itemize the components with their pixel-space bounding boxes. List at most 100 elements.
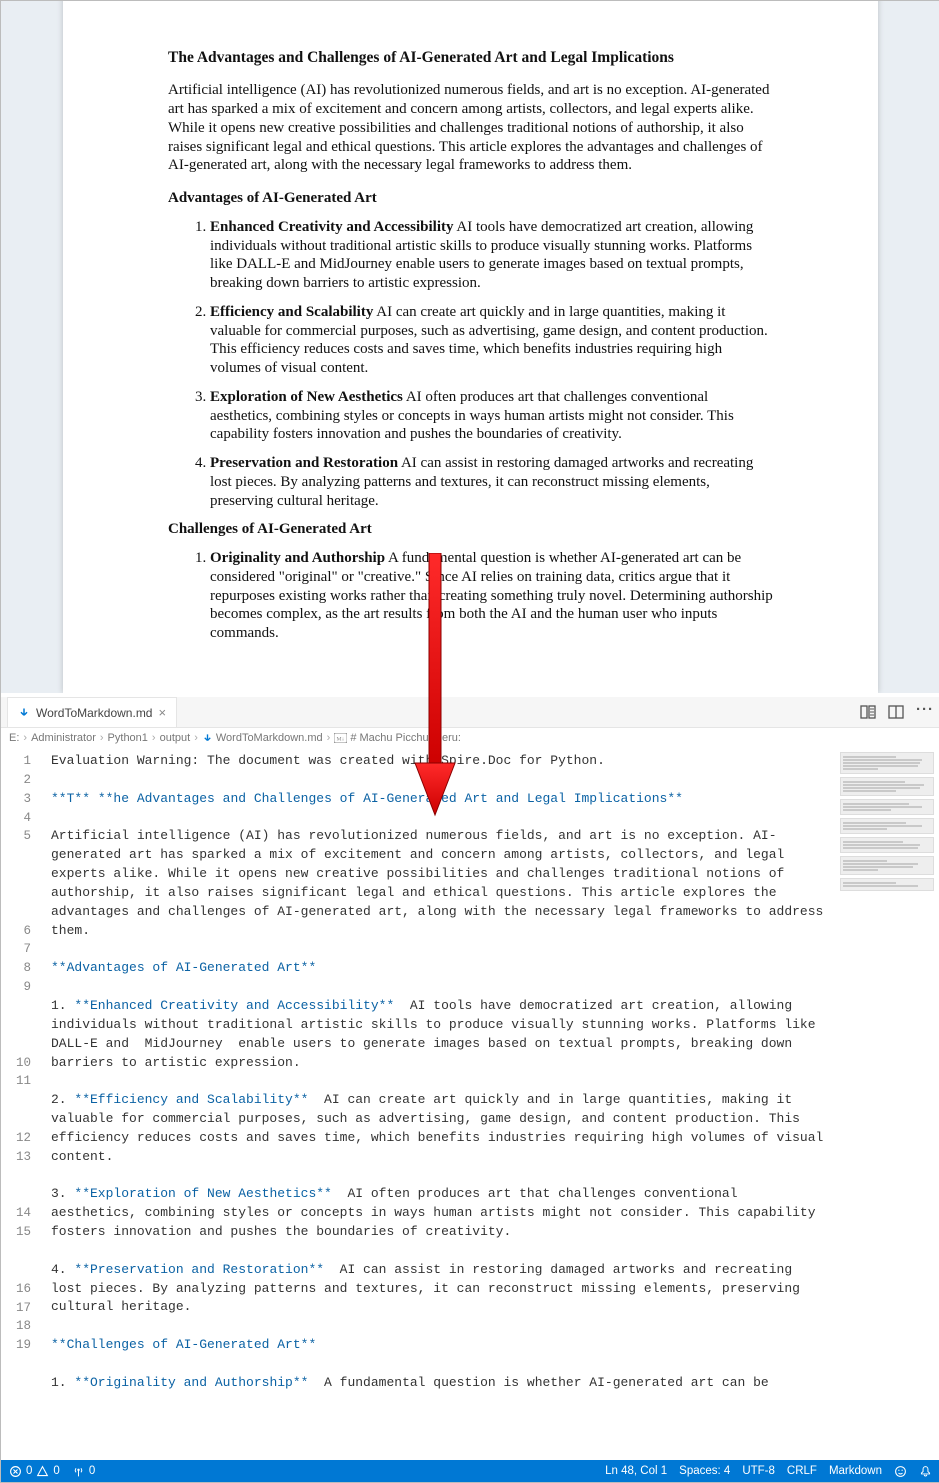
radio-tower-icon bbox=[72, 1465, 85, 1478]
code-line[interactable] bbox=[51, 1072, 830, 1091]
list-item: Efficiency and Scalability AI can create… bbox=[210, 303, 773, 378]
chevron-right-icon: › bbox=[194, 732, 198, 744]
breadcrumb-part[interactable]: Python1 bbox=[108, 732, 148, 744]
bell-icon bbox=[919, 1465, 932, 1478]
item-lead: Efficiency and Scalability bbox=[210, 304, 373, 320]
minimap[interactable] bbox=[840, 752, 934, 1434]
code-line[interactable] bbox=[51, 1167, 830, 1186]
warning-icon bbox=[36, 1465, 49, 1478]
list-item: Exploration of New Aesthetics AI often p… bbox=[210, 388, 773, 444]
code-line[interactable] bbox=[51, 1242, 830, 1261]
line-number: 15 bbox=[1, 1223, 45, 1280]
status-cursor-position[interactable]: Ln 48, Col 1 bbox=[605, 1465, 667, 1477]
doc-heading-advantages: Advantages of AI-Generated Art bbox=[168, 189, 773, 208]
breadcrumb-label: # Machu Picchu, Peru: bbox=[350, 732, 461, 744]
list-item: Originality and Authorship A fundamental… bbox=[210, 549, 773, 643]
status-ports[interactable]: 0 bbox=[72, 1465, 95, 1478]
more-actions-icon[interactable]: ··· bbox=[916, 704, 932, 720]
tab-title: WordToMarkdown.md bbox=[36, 706, 152, 720]
code-editor[interactable]: 12345678910111213141516171819 Evaluation… bbox=[1, 748, 939, 1460]
code-line[interactable]: Artificial intelligence (AI) has revolut… bbox=[51, 827, 830, 940]
chevron-right-icon: › bbox=[23, 732, 27, 744]
code-line[interactable]: **Challenges of AI-Generated Art** bbox=[51, 1336, 830, 1355]
line-number: 17 bbox=[1, 1299, 45, 1318]
code-line[interactable]: **T** **he Advantages and Challenges of … bbox=[51, 790, 830, 809]
line-number: 13 bbox=[1, 1148, 45, 1205]
chevron-right-icon: › bbox=[327, 732, 331, 744]
status-eol[interactable]: CRLF bbox=[787, 1465, 817, 1477]
word-document-pane: The Advantages and Challenges of AI-Gene… bbox=[1, 1, 939, 693]
list-item: Enhanced Creativity and Accessibility AI… bbox=[210, 218, 773, 293]
breadcrumb-part[interactable]: Administrator bbox=[31, 732, 96, 744]
code-line[interactable] bbox=[51, 1355, 830, 1374]
tab-close-icon[interactable]: × bbox=[158, 705, 166, 720]
line-number: 11 bbox=[1, 1072, 45, 1129]
line-number: 1 bbox=[1, 752, 45, 771]
line-number: 6 bbox=[1, 922, 45, 941]
editor-tab[interactable]: WordToMarkdown.md × bbox=[7, 697, 177, 727]
document-page: The Advantages and Challenges of AI-Gene… bbox=[63, 1, 878, 693]
line-number: 18 bbox=[1, 1317, 45, 1336]
line-number: 7 bbox=[1, 940, 45, 959]
tabbar-actions: ··· bbox=[860, 697, 932, 727]
line-number: 3 bbox=[1, 790, 45, 809]
status-notifications[interactable] bbox=[919, 1465, 932, 1478]
status-encoding[interactable]: UTF-8 bbox=[742, 1465, 775, 1477]
markdown-file-icon bbox=[18, 707, 30, 719]
item-lead: Originality and Authorship bbox=[210, 550, 385, 566]
markdown-badge-icon: M↓ bbox=[334, 733, 347, 743]
doc-title: The Advantages and Challenges of AI-Gene… bbox=[168, 48, 773, 67]
code-line[interactable]: 2. **Efficiency and Scalability** AI can… bbox=[51, 1091, 830, 1166]
breadcrumb-part[interactable]: output bbox=[160, 732, 191, 744]
status-feedback[interactable] bbox=[894, 1465, 907, 1478]
line-number: 5 bbox=[1, 827, 45, 921]
line-number: 2 bbox=[1, 771, 45, 790]
breadcrumbs[interactable]: E:› Administrator› Python1› output› Word… bbox=[1, 728, 939, 748]
item-lead: Enhanced Creativity and Accessibility bbox=[210, 219, 454, 235]
status-language[interactable]: Markdown bbox=[829, 1465, 882, 1477]
item-lead: Preservation and Restoration bbox=[210, 455, 398, 471]
breadcrumb-file[interactable]: WordToMarkdown.md bbox=[202, 732, 323, 744]
chevron-right-icon: › bbox=[152, 732, 156, 744]
line-number: 14 bbox=[1, 1204, 45, 1223]
line-number: 16 bbox=[1, 1280, 45, 1299]
code-line[interactable]: 4. **Preservation and Restoration** AI c… bbox=[51, 1261, 830, 1318]
status-text: 0 bbox=[89, 1465, 95, 1477]
status-text: 0 bbox=[53, 1465, 59, 1477]
code-line[interactable]: 1. **Originality and Authorship** A fund… bbox=[51, 1374, 830, 1393]
error-icon bbox=[9, 1465, 22, 1478]
advantages-list: Enhanced Creativity and Accessibility AI… bbox=[168, 218, 773, 511]
challenges-list: Originality and Authorship A fundamental… bbox=[168, 549, 773, 643]
feedback-smiley-icon bbox=[894, 1465, 907, 1478]
line-number: 10 bbox=[1, 1054, 45, 1073]
line-number: 9 bbox=[1, 978, 45, 1053]
code-line[interactable] bbox=[51, 809, 830, 828]
open-preview-icon[interactable] bbox=[860, 704, 876, 720]
code-line[interactable]: **Advantages of AI-Generated Art** bbox=[51, 959, 830, 978]
doc-heading-challenges: Challenges of AI-Generated Art bbox=[168, 520, 773, 539]
chevron-right-icon: › bbox=[100, 732, 104, 744]
code-line[interactable] bbox=[51, 940, 830, 959]
code-line[interactable]: Evaluation Warning: The document was cre… bbox=[51, 752, 830, 771]
code-line[interactable]: 1. **Enhanced Creativity and Accessibili… bbox=[51, 997, 830, 1072]
code-line[interactable]: 3. **Exploration of New Aesthetics** AI … bbox=[51, 1185, 830, 1242]
list-item: Preservation and Restoration AI can assi… bbox=[210, 454, 773, 510]
vscode-editor-pane: WordToMarkdown.md × ··· E: › Administrato… bbox=[1, 697, 939, 1482]
editor-tabbar: WordToMarkdown.md × ··· bbox=[1, 697, 939, 728]
svg-text:M↓: M↓ bbox=[337, 736, 345, 742]
split-editor-icon[interactable] bbox=[888, 704, 904, 720]
markdown-file-icon bbox=[202, 733, 213, 744]
line-number-gutter: 12345678910111213141516171819 bbox=[1, 748, 45, 1460]
code-line[interactable] bbox=[51, 1317, 830, 1336]
code-line[interactable] bbox=[51, 978, 830, 997]
code-body[interactable]: Evaluation Warning: The document was cre… bbox=[51, 752, 830, 1393]
status-errors[interactable]: 0 0 bbox=[9, 1465, 60, 1478]
status-indentation[interactable]: Spaces: 4 bbox=[679, 1465, 730, 1477]
item-lead: Exploration of New Aesthetics bbox=[210, 389, 403, 405]
breadcrumb-symbol[interactable]: M↓ # Machu Picchu, Peru: bbox=[334, 732, 461, 744]
line-number: 8 bbox=[1, 959, 45, 978]
line-number: 4 bbox=[1, 809, 45, 828]
code-line[interactable] bbox=[51, 771, 830, 790]
status-text: 0 bbox=[26, 1465, 32, 1477]
breadcrumb-part[interactable]: E: bbox=[9, 732, 19, 744]
